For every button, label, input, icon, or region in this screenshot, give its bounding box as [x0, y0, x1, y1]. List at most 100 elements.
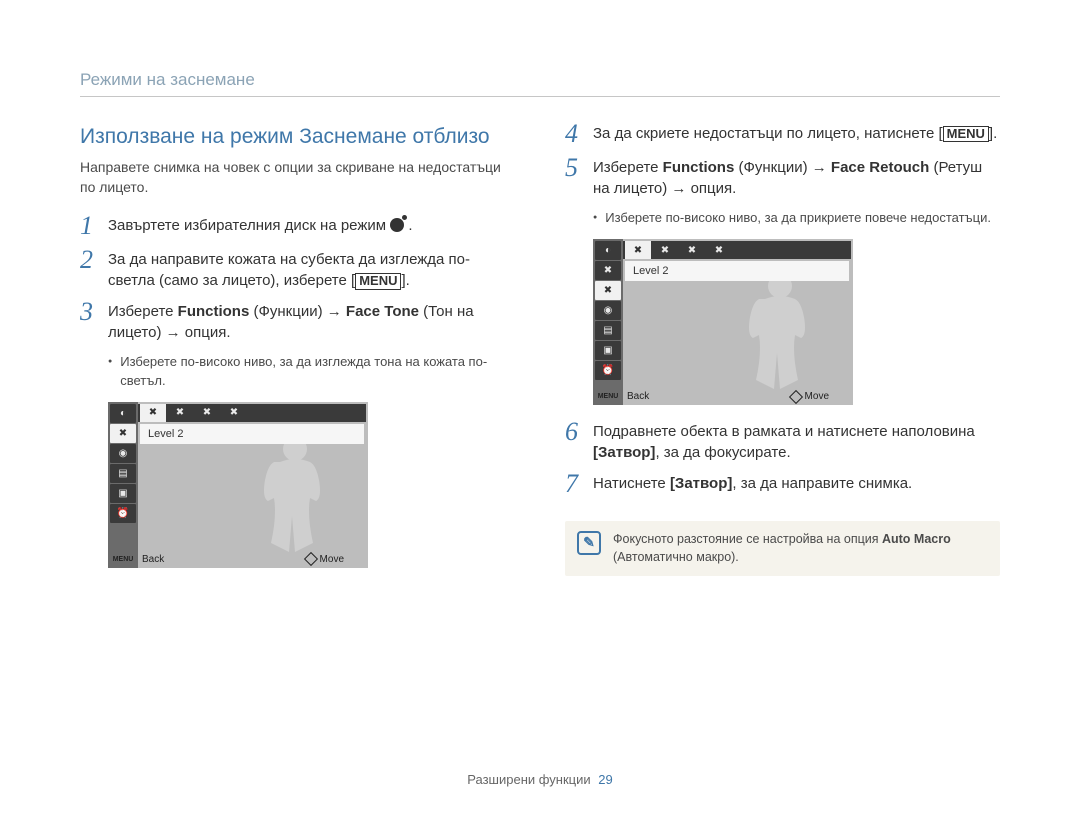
sidebar-icons: ◐ ✖ ◉ ▤ ▣ ⏰ MENU	[108, 402, 138, 568]
step-5-bullet: Изберете по-високо ниво, за да прикриете…	[593, 209, 1000, 227]
level-option-icon: ✖	[706, 241, 732, 259]
step-2: 2 За да направите кожата на субекта да и…	[80, 249, 515, 291]
step-text: Подравнете обекта в рамката и натиснете …	[593, 423, 975, 440]
move-text: Move	[320, 554, 344, 565]
step-6: 6 Подравнете обекта в рамката и натиснет…	[565, 421, 1000, 463]
faceretouch-icon: ✖	[595, 281, 621, 300]
step-3-bullet: Изберете по-високо ниво, за да изглежда …	[108, 353, 515, 389]
facetone-label: Face Tone	[346, 303, 419, 320]
back-label: Back	[627, 391, 649, 402]
top-icon-row: ✖ ✖ ✖ ✖	[110, 404, 366, 422]
level-label: Level 2	[140, 424, 364, 444]
step-text: Завъртете избирателния диск на режим	[108, 217, 390, 234]
back-label: Back	[142, 554, 164, 565]
level-option-icon: ✖	[652, 241, 678, 259]
step-number: 1	[80, 213, 108, 239]
page-heading: Използване на режим Заснемане отблизо	[80, 123, 515, 150]
bracket-close: ].	[401, 272, 409, 289]
screen-frame: ✖ ✖ ✖ ✖ Level 2 ◐ ✖ ✖ ◉ ▤ ▣ ⏰ MENU	[593, 239, 853, 405]
step-body: За да направите кожата на субекта да изг…	[108, 249, 515, 291]
step-number: 4	[565, 121, 593, 147]
menu-icon: MENU	[595, 390, 621, 403]
level-option-icon: ✖	[221, 404, 247, 422]
step-body: Изберете Functions (Функции) → Face Reto…	[593, 157, 1000, 199]
mode-icon: ◐	[110, 404, 136, 423]
menu-icon: MENU	[110, 553, 136, 566]
step-number: 6	[565, 419, 593, 445]
menu-key-label: MENU	[355, 273, 401, 289]
level-option-icon: ✖	[194, 404, 220, 422]
bullet-text: Изберете по-високо ниво, за да изглежда …	[120, 353, 515, 389]
move-diamond-icon	[303, 552, 317, 566]
step-number: 7	[565, 471, 593, 497]
shutter-label: [Затвор]	[593, 444, 655, 461]
info-icon: ✎	[577, 531, 601, 555]
step-7: 7 Натиснете [Затвор], за да направите сн…	[565, 473, 1000, 497]
functions-label: Functions	[663, 159, 735, 176]
step-number: 5	[565, 155, 593, 181]
step-5: 5 Изберете Functions (Функции) → Face Re…	[565, 157, 1000, 199]
two-column-layout: Използване на режим Заснемане отблизо На…	[80, 123, 1000, 584]
step-body: За да скриете недостатъци по лицето, нат…	[593, 123, 997, 144]
camera-screen-faceretouch: ✖ ✖ ✖ ✖ Level 2 ◐ ✖ ✖ ◉ ▤ ▣ ⏰ MENU	[593, 239, 853, 405]
functions-label: Functions	[178, 303, 250, 320]
person-silhouette	[250, 432, 340, 552]
auto-macro-label: Auto Macro	[882, 532, 951, 546]
bracket-close: ].	[989, 125, 997, 142]
left-column: Използване на режим Заснемане отблизо На…	[80, 123, 515, 584]
level-label: Level 2	[625, 261, 849, 281]
face-detect-icon: ◉	[595, 301, 621, 320]
shutter-label: [Затвор]	[670, 475, 732, 492]
page-footer: Разширени функции 29	[0, 772, 1080, 787]
level-option-icon: ✖	[167, 404, 193, 422]
move-diamond-icon	[788, 390, 802, 404]
step-text: , за да фокусирате.	[655, 444, 790, 461]
step-text: Натиснете	[593, 475, 670, 492]
step-text: (Функции) →	[249, 303, 346, 320]
faceretouch-label: Face Retouch	[831, 159, 929, 176]
grid-icon: ▤	[110, 464, 136, 483]
right-column: 4 За да скриете недостатъци по лицето, н…	[565, 123, 1000, 584]
grid-icon: ▤	[595, 321, 621, 340]
step-text: (Функции) →	[734, 159, 831, 176]
step-1: 1 Завъртете избирателния диск на режим .	[80, 215, 515, 239]
step-text: , за да направите снимка.	[732, 475, 912, 492]
step-body: Завъртете избирателния диск на режим .	[108, 215, 413, 236]
step-text: Изберете	[593, 159, 663, 176]
face-detect-icon: ◉	[110, 444, 136, 463]
timer-icon: ⏰	[595, 361, 621, 380]
step-3: 3 Изберете Functions (Функции) → Face To…	[80, 301, 515, 343]
menu-key-label: MENU	[943, 126, 989, 142]
step-4: 4 За да скриете недостатъци по лицето, н…	[565, 123, 1000, 147]
top-icon-row: ✖ ✖ ✖ ✖	[595, 241, 851, 259]
manual-page: Режими на заснемане Използване на режим …	[0, 0, 1080, 815]
move-label: Move	[791, 391, 829, 402]
level-option-icon: ✖	[140, 404, 166, 422]
footer-label: Разширени функции	[467, 772, 590, 787]
intro-text: Направете снимка на човек с опции за скр…	[80, 158, 515, 197]
bullet-text: Изберете по-високо ниво, за да прикриете…	[605, 209, 991, 227]
step-body: Подравнете обекта в рамката и натиснете …	[593, 421, 1000, 463]
level-option-icon: ✖	[625, 241, 651, 259]
bottom-labels: Back Move	[627, 390, 847, 403]
step-text: За да направите кожата на субекта да изг…	[108, 251, 470, 289]
step-body: Натиснете [Затвор], за да направите сним…	[593, 473, 912, 494]
facetone-icon: ✖	[110, 424, 136, 443]
camera-screen-facetone: ✖ ✖ ✖ ✖ Level 2 ◐ ✖ ◉ ▤ ▣ ⏰ MENU	[108, 402, 368, 568]
sidebar-icons: ◐ ✖ ✖ ◉ ▤ ▣ ⏰ MENU	[593, 239, 623, 405]
timer-icon: ⏰	[110, 504, 136, 523]
mode-dial-icon	[390, 218, 404, 232]
step-number: 3	[80, 299, 108, 325]
move-text: Move	[805, 391, 829, 402]
step-body: Изберете Functions (Функции) → Face Tone…	[108, 301, 515, 343]
screen-frame: ✖ ✖ ✖ ✖ Level 2 ◐ ✖ ◉ ▤ ▣ ⏰ MENU	[108, 402, 368, 568]
screen-icon: ▣	[595, 341, 621, 360]
section-title: Режими на заснемане	[80, 70, 1000, 97]
note-text: Фокусното разстояние се настройва на опц…	[613, 531, 988, 566]
note-text-b: (Автоматично макро).	[613, 550, 739, 564]
page-number: 29	[598, 772, 612, 787]
step-text: Изберете	[108, 303, 178, 320]
screen-icon: ▣	[110, 484, 136, 503]
note-box: ✎ Фокусното разстояние се настройва на о…	[565, 521, 1000, 576]
facetone-icon: ✖	[595, 261, 621, 280]
